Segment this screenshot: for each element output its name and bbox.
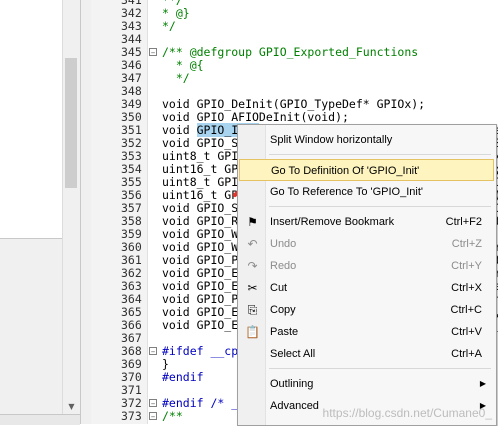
menu-item-label: Paste xyxy=(270,326,299,338)
menu-separator xyxy=(269,368,491,369)
menu-separator xyxy=(269,206,491,207)
undo-icon: ↶ xyxy=(247,237,258,251)
menu-item-select-all[interactable]: Select All Ctrl+A xyxy=(239,343,494,365)
menu-item-paste[interactable]: 📋 Paste Ctrl+V xyxy=(239,321,494,343)
menu-item-cut[interactable]: ✂ Cut Ctrl+X xyxy=(239,277,494,299)
menu-item-copy[interactable]: ⎘ Copy Ctrl+C xyxy=(239,299,494,321)
menu-item-label: Redo xyxy=(270,260,297,272)
menu-item-shortcut: Ctrl+Y xyxy=(451,260,482,272)
code-text[interactable]: */ xyxy=(162,20,176,33)
code-line[interactable]: 342 * @} xyxy=(91,7,498,20)
menu-item-label: Outlining xyxy=(270,378,314,390)
menu-item-label: Cut xyxy=(270,282,288,294)
fold-toggle-icon[interactable]: − xyxy=(149,48,157,57)
redo-icon: ↷ xyxy=(247,259,258,273)
menu-item-label: Go To Definition Of 'GPIO_Init' xyxy=(271,165,420,177)
menu-item-shortcut: Ctrl+F2 xyxy=(445,216,482,228)
paste-icon: 📋 xyxy=(245,325,260,339)
code-line[interactable]: 341 **/ xyxy=(91,0,498,7)
context-menu: Split Window horizontally Go To Definitio… xyxy=(237,124,497,426)
menu-item-label: Select All xyxy=(270,348,316,360)
menu-item-shortcut: Ctrl+Z xyxy=(451,238,482,250)
horizontal-scrollbar[interactable] xyxy=(0,414,80,425)
menu-separator xyxy=(269,154,491,155)
code-text[interactable]: #endif xyxy=(162,371,204,384)
menu-item-redo[interactable]: ↷ Redo Ctrl+Y xyxy=(239,255,494,277)
menu-item-undo[interactable]: ↶ Undo Ctrl+Z xyxy=(239,233,494,255)
menu-item-go-to-definition-of-gpio-init[interactable]: Go To Definition Of 'GPIO_Init' xyxy=(239,159,494,181)
fold-toggle-icon[interactable]: − xyxy=(149,347,157,356)
menu-item-label: Advanced xyxy=(270,400,319,412)
fold-toggle-icon[interactable]: − xyxy=(149,399,157,408)
code-text[interactable]: */ xyxy=(162,72,190,85)
menu-item-go-to-reference-to-gpio-init[interactable]: Go To Reference To 'GPIO_Init' xyxy=(239,181,494,203)
code-text[interactable]: /** xyxy=(162,410,183,423)
fold-toggle-icon[interactable]: − xyxy=(149,412,157,421)
copy-icon: ⎘ xyxy=(247,303,258,317)
code-line[interactable]: 345−/** @defgroup GPIO_Exported_Function… xyxy=(91,46,498,59)
code-line[interactable]: 346 * @{ xyxy=(91,59,498,72)
menu-item-insert-remove-bookmark[interactable]: ⚑ Insert/Remove Bookmark Ctrl+F2 xyxy=(239,211,494,233)
project-pane-empty-area xyxy=(0,238,62,415)
menu-item-label: Go To Reference To 'GPIO_Init' xyxy=(270,186,423,198)
scroll-down-arrow-icon[interactable]: ▼ xyxy=(63,400,80,414)
scrollbar-thumb[interactable] xyxy=(65,58,77,188)
submenu-arrow-icon: ▶ xyxy=(479,379,486,388)
menu-item-shortcut: Ctrl+C xyxy=(450,304,482,316)
menu-item-shortcut: Ctrl+A xyxy=(451,348,482,360)
line-number: 373 xyxy=(121,409,142,423)
watermark-text: https://blog.csdn.net/Cumane0_ xyxy=(322,406,492,420)
code-line[interactable]: 347 */ xyxy=(91,72,498,85)
project-pane-scrollbar[interactable]: ▼ xyxy=(62,0,80,424)
menu-item-label: Split Window horizontally xyxy=(270,134,393,146)
menu-item-label: Copy xyxy=(270,304,296,316)
scissors-icon: ✂ xyxy=(247,281,258,295)
bookmark-flag-icon: ⚑ xyxy=(247,215,258,229)
menu-item-shortcut: Ctrl+X xyxy=(451,282,482,294)
menu-item-label: Insert/Remove Bookmark xyxy=(270,216,395,228)
menu-item-outlining[interactable]: Outlining ▶ xyxy=(239,373,494,395)
code-line[interactable]: 343 */ xyxy=(91,20,498,33)
menu-item-split-window-horizontally[interactable]: Split Window horizontally xyxy=(239,129,494,151)
menu-item-shortcut: Ctrl+V xyxy=(451,326,482,338)
menu-item-label: Undo xyxy=(270,238,297,250)
